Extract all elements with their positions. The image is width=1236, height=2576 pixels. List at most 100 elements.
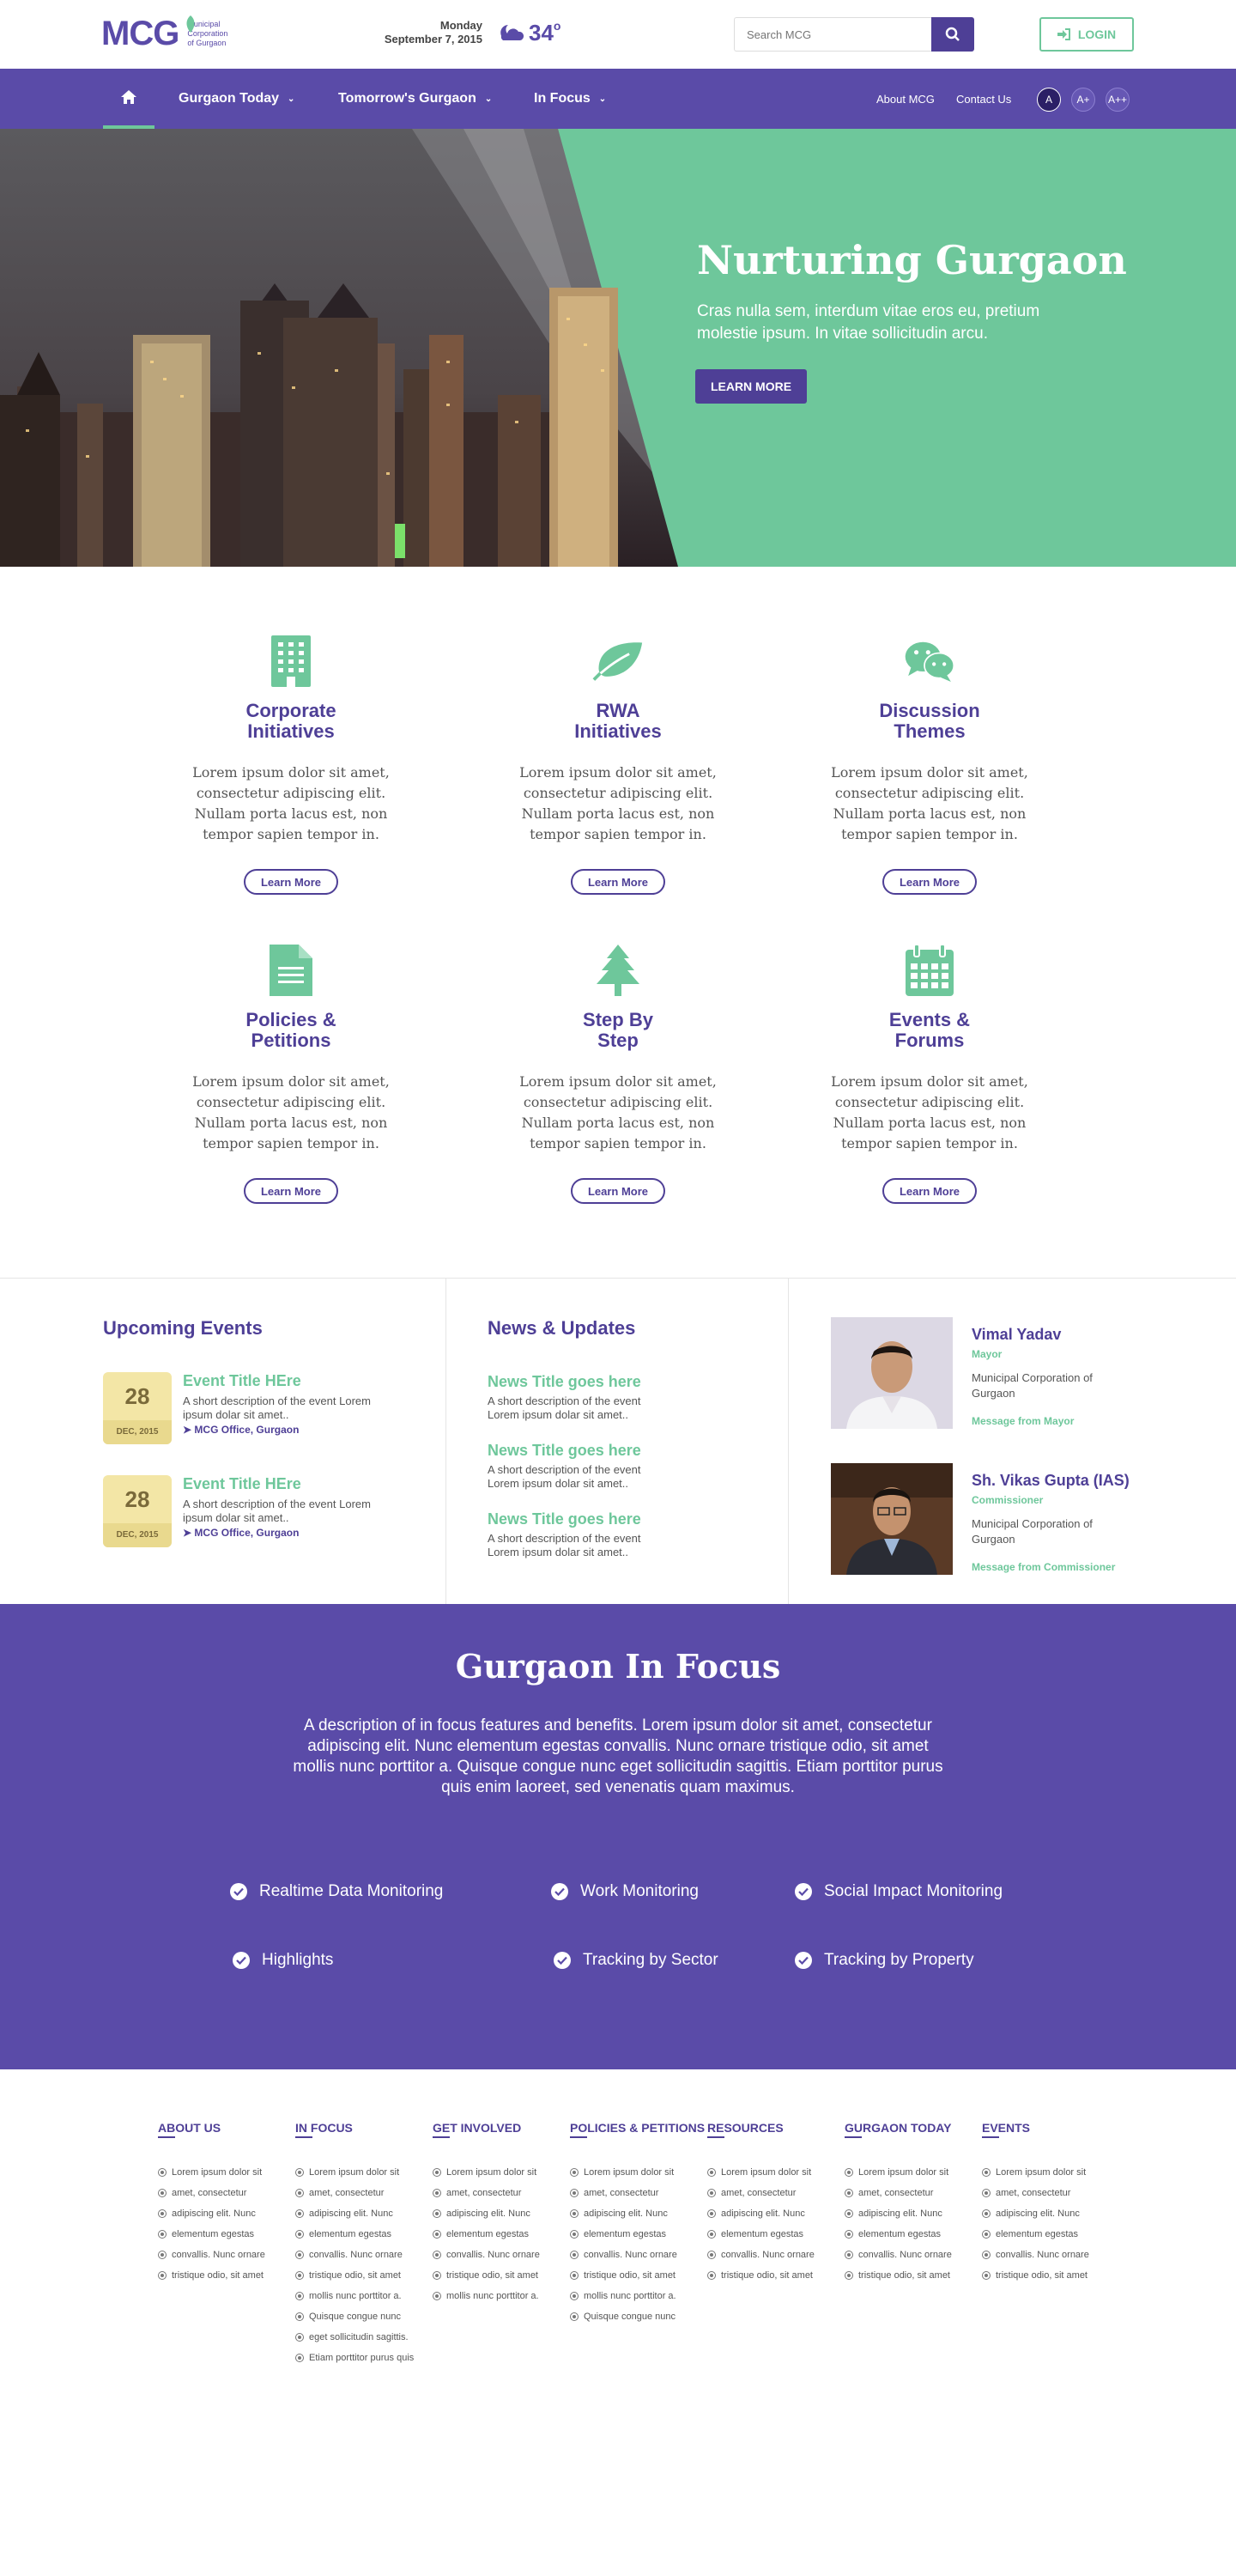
font-size-xlarge-button[interactable]: A++ <box>1106 88 1130 112</box>
footer-link[interactable]: adipiscing elit. Nunc <box>295 2203 433 2224</box>
news-item[interactable]: News Title goes here A short description… <box>488 1441 762 1491</box>
learn-more-button[interactable]: Learn More <box>244 869 338 895</box>
footer-link[interactable]: elementum egestas <box>295 2224 433 2245</box>
footer-link[interactable]: tristique odio, sit amet <box>982 2265 1119 2286</box>
footer-link[interactable]: convallis. Nunc ornare <box>158 2245 295 2265</box>
footer-link[interactable]: amet, consectetur <box>707 2183 845 2203</box>
news-item[interactable]: News Title goes here A short description… <box>488 1372 762 1422</box>
footer-heading[interactable]: RESOURCES <box>707 2121 845 2138</box>
footer-link[interactable]: adipiscing elit. Nunc <box>982 2203 1119 2224</box>
footer-link[interactable]: elementum egestas <box>433 2224 570 2245</box>
footer-link[interactable]: Quisque congue nunc <box>295 2306 433 2327</box>
site-logo[interactable]: MCG Municipal Corporation of Gurgaon <box>101 12 239 55</box>
footer-link[interactable]: convallis. Nunc ornare <box>707 2245 845 2265</box>
bullet-circle-icon <box>295 2292 304 2300</box>
footer-link[interactable]: adipiscing elit. Nunc <box>845 2203 982 2224</box>
learn-more-button[interactable]: Learn More <box>882 1178 977 1204</box>
footer-link[interactable]: elementum egestas <box>845 2224 982 2245</box>
focus-item[interactable]: Work Monitoring <box>551 1882 699 1901</box>
footer-link[interactable]: Etiam porttitor purus quis <box>295 2348 433 2368</box>
nav-item-in-focus[interactable]: In Focus ⌄ <box>534 69 606 129</box>
footer-heading[interactable]: GURGAON TODAY <box>845 2121 982 2138</box>
news-title[interactable]: News Title goes here <box>488 1372 762 1391</box>
font-size-large-button[interactable]: A+ <box>1071 88 1095 112</box>
footer-link[interactable]: amet, consectetur <box>570 2183 707 2203</box>
footer-link[interactable]: convallis. Nunc ornare <box>845 2245 982 2265</box>
message-from-mayor-link[interactable]: Message from Mayor <box>972 1415 1074 1427</box>
footer-heading[interactable]: GET INVOLVED <box>433 2121 570 2138</box>
footer-link-label: adipiscing elit. Nunc <box>446 2208 530 2219</box>
nav-item-gurgaon-today[interactable]: Gurgaon Today ⌄ <box>179 69 294 129</box>
focus-item[interactable]: Realtime Data Monitoring <box>230 1882 443 1901</box>
nav-item-tomorrows-gurgaon[interactable]: Tomorrow's Gurgaon ⌄ <box>338 69 492 129</box>
search-button[interactable] <box>931 17 974 52</box>
footer-link[interactable]: amet, consectetur <box>295 2183 433 2203</box>
footer-link[interactable]: tristique odio, sit amet <box>570 2265 707 2286</box>
footer-link[interactable]: adipiscing elit. Nunc <box>570 2203 707 2224</box>
event-title[interactable]: Event Title HEre <box>183 1372 301 1390</box>
footer-link[interactable]: adipiscing elit. Nunc <box>433 2203 570 2224</box>
login-button[interactable]: LOGIN <box>1039 17 1134 52</box>
check-circle-icon <box>233 1952 250 1969</box>
news-title[interactable]: News Title goes here <box>488 1441 762 1460</box>
news-item[interactable]: News Title goes here A short description… <box>488 1510 762 1559</box>
footer-link[interactable]: mollis nunc porttitor a. <box>433 2286 570 2306</box>
footer-link[interactable]: elementum egestas <box>570 2224 707 2245</box>
hero-learn-more-button[interactable]: LEARN MORE <box>695 369 807 404</box>
font-size-normal-button[interactable]: A <box>1037 88 1061 112</box>
learn-more-button[interactable]: Learn More <box>244 1178 338 1204</box>
footer-link[interactable]: adipiscing elit. Nunc <box>158 2203 295 2224</box>
news-title[interactable]: News Title goes here <box>488 1510 762 1528</box>
focus-item[interactable]: Tracking by Property <box>795 1951 974 1970</box>
footer-link[interactable]: Lorem ipsum dolor sit <box>158 2162 295 2183</box>
event-item[interactable]: 28 DEC, 2015 Event Title HEre A short de… <box>103 1475 412 1547</box>
footer-link[interactable]: mollis nunc porttitor a. <box>295 2286 433 2306</box>
search-input[interactable] <box>734 17 931 52</box>
bullet-circle-icon <box>295 2312 304 2321</box>
footer-link[interactable]: amet, consectetur <box>845 2183 982 2203</box>
footer-link-label: tristique odio, sit amet <box>584 2270 676 2281</box>
event-item[interactable]: 28 DEC, 2015 Event Title HEre A short de… <box>103 1372 412 1444</box>
footer-link[interactable]: tristique odio, sit amet <box>433 2265 570 2286</box>
footer-link[interactable]: convallis. Nunc ornare <box>570 2245 707 2265</box>
hero-title: Nurturing Gurgaon <box>697 237 1127 283</box>
message-from-commissioner-link[interactable]: Message from Commissioner <box>972 1561 1115 1573</box>
footer-link[interactable]: tristique odio, sit amet <box>845 2265 982 2286</box>
learn-more-button[interactable]: Learn More <box>571 1178 665 1204</box>
footer-link[interactable]: amet, consectetur <box>158 2183 295 2203</box>
footer-link[interactable]: eget sollicitudin sagittis. <box>295 2327 433 2348</box>
footer-link[interactable]: tristique odio, sit amet <box>707 2265 845 2286</box>
footer-link[interactable]: Lorem ipsum dolor sit <box>295 2162 433 2183</box>
footer-link[interactable]: amet, consectetur <box>433 2183 570 2203</box>
learn-more-button[interactable]: Learn More <box>882 869 977 895</box>
footer-heading[interactable]: IN FOCUS <box>295 2121 433 2138</box>
footer-link[interactable]: convallis. Nunc ornare <box>295 2245 433 2265</box>
focus-item[interactable]: Highlights <box>233 1951 333 1970</box>
focus-item[interactable]: Social Impact Monitoring <box>795 1882 1003 1901</box>
footer-link[interactable]: tristique odio, sit amet <box>158 2265 295 2286</box>
footer-link[interactable]: elementum egestas <box>707 2224 845 2245</box>
nav-contact[interactable]: Contact Us <box>956 69 1011 129</box>
footer-link[interactable]: adipiscing elit. Nunc <box>707 2203 845 2224</box>
footer-link[interactable]: Quisque congue nunc <box>570 2306 707 2327</box>
footer-link[interactable]: convallis. Nunc ornare <box>433 2245 570 2265</box>
footer-heading[interactable]: POLICIES & PETITIONS <box>570 2121 707 2138</box>
footer-link[interactable]: tristique odio, sit amet <box>295 2265 433 2286</box>
nav-home[interactable] <box>103 69 154 129</box>
footer-link[interactable]: mollis nunc porttitor a. <box>570 2286 707 2306</box>
footer-link[interactable]: Lorem ipsum dolor sit <box>707 2162 845 2183</box>
learn-more-button[interactable]: Learn More <box>571 869 665 895</box>
focus-item[interactable]: Tracking by Sector <box>554 1951 718 1970</box>
footer-heading[interactable]: EVENTS <box>982 2121 1119 2138</box>
footer-heading[interactable]: ABOUT US <box>158 2121 295 2138</box>
footer-link[interactable]: Lorem ipsum dolor sit <box>433 2162 570 2183</box>
event-title[interactable]: Event Title HEre <box>183 1475 301 1493</box>
footer-link[interactable]: Lorem ipsum dolor sit <box>982 2162 1119 2183</box>
nav-about[interactable]: About MCG <box>876 69 935 129</box>
footer-link[interactable]: amet, consectetur <box>982 2183 1119 2203</box>
footer-link[interactable]: Lorem ipsum dolor sit <box>570 2162 707 2183</box>
footer-link[interactable]: elementum egestas <box>982 2224 1119 2245</box>
footer-link[interactable]: Lorem ipsum dolor sit <box>845 2162 982 2183</box>
footer-link[interactable]: convallis. Nunc ornare <box>982 2245 1119 2265</box>
footer-link[interactable]: elementum egestas <box>158 2224 295 2245</box>
